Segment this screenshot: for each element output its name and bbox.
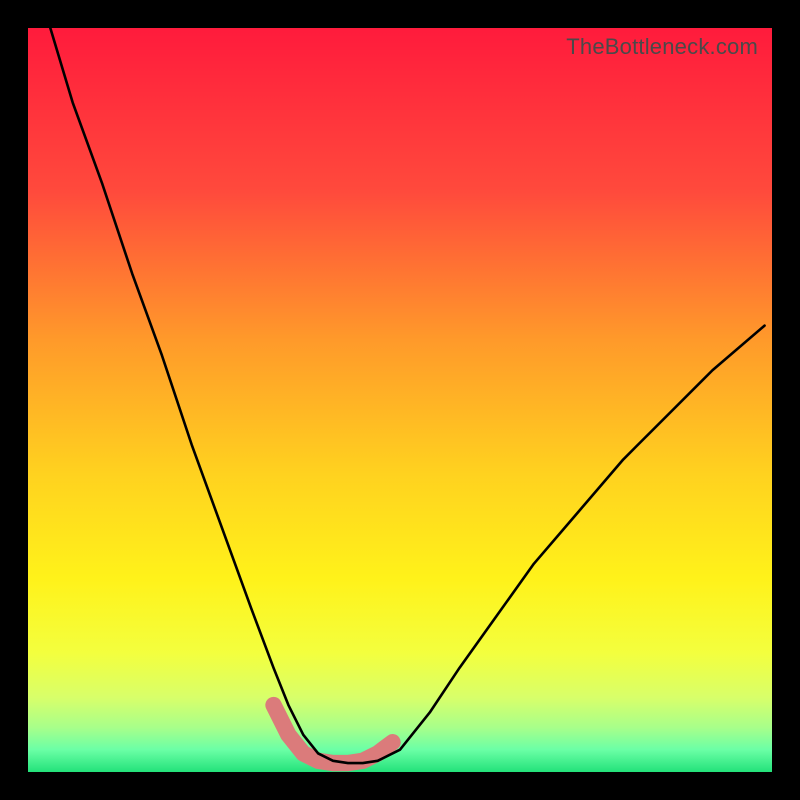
bottleneck-curve bbox=[50, 28, 764, 763]
chart-stage: TheBottleneck.com bbox=[0, 0, 800, 800]
plot-area: TheBottleneck.com bbox=[28, 28, 772, 772]
curve-layer bbox=[28, 28, 772, 772]
